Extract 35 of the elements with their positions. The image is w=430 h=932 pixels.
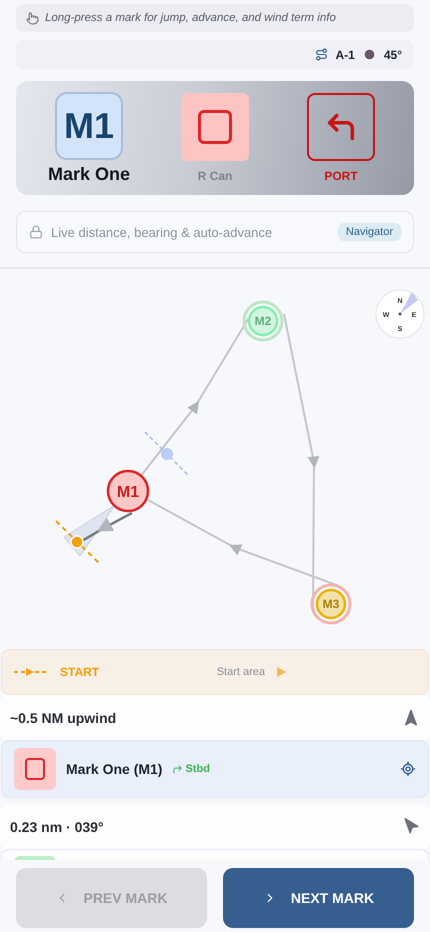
locked-feature-bar[interactable]: Live distance, bearing & auto-advance Navigator bbox=[16, 211, 414, 253]
route-icon bbox=[314, 48, 328, 61]
course-mark[interactable]: M2 bbox=[242, 300, 284, 342]
waypoint-crosshair bbox=[144, 431, 189, 476]
upwind-arrow-icon bbox=[402, 708, 420, 726]
can-icon bbox=[181, 93, 249, 161]
rounding-label: Stbd bbox=[185, 763, 210, 775]
leg-info: ~0.5 NM upwind bbox=[10, 710, 116, 726]
next-mark-button[interactable]: NEXT MARK bbox=[223, 868, 414, 928]
start-row[interactable]: START Start area bbox=[1, 649, 429, 695]
course-mark[interactable]: M3 bbox=[310, 584, 352, 624]
plan-badge: Navigator bbox=[338, 223, 401, 241]
start-note: Start area bbox=[216, 666, 265, 678]
course-mark[interactable]: M1 bbox=[106, 470, 150, 512]
play-icon bbox=[277, 667, 286, 677]
hand-icon bbox=[26, 12, 39, 24]
mark-code: M1 bbox=[55, 92, 123, 160]
port-turn-icon bbox=[307, 93, 375, 161]
mark-title: Mark One (M1) bbox=[66, 761, 162, 777]
turn-right-icon bbox=[172, 764, 184, 774]
leg-info: 0.23 nm · 039° bbox=[10, 818, 104, 834]
mark-row[interactable]: Mark One (M1) Stbd bbox=[1, 740, 429, 798]
start-label: START bbox=[60, 665, 100, 679]
lock-icon bbox=[29, 225, 43, 239]
locked-feature-text: Live distance, bearing & auto-advance bbox=[51, 224, 272, 240]
start-line bbox=[55, 520, 101, 565]
hint-text: Long-press a mark for jump, advance, and wind term info bbox=[45, 12, 336, 24]
mark-name: Mark One bbox=[48, 164, 130, 184]
start-line-icon bbox=[14, 667, 48, 677]
rounding-side: PORT bbox=[324, 169, 358, 183]
bearing-arrow-icon bbox=[402, 817, 421, 836]
course-code: A-1 bbox=[336, 48, 355, 62]
wind-direction: 45° bbox=[384, 48, 402, 62]
mark-type: R Can bbox=[198, 169, 232, 183]
locate-icon[interactable] bbox=[400, 761, 416, 777]
